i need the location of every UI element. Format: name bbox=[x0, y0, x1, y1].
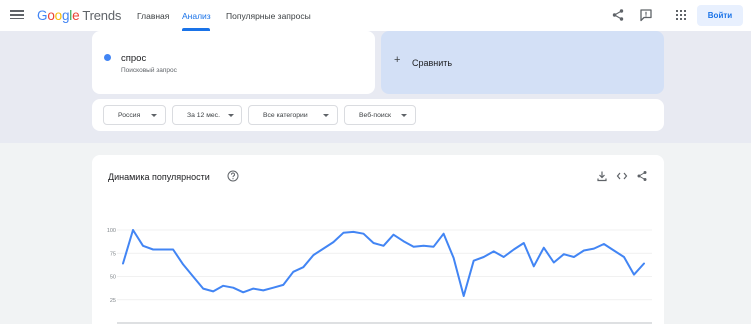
data-point[interactable] bbox=[382, 245, 384, 247]
data-point[interactable] bbox=[122, 262, 124, 264]
time-range-filter[interactable]: За 12 мес. bbox=[172, 105, 242, 125]
data-point[interactable] bbox=[192, 275, 194, 277]
chevron-down-icon bbox=[401, 113, 407, 117]
data-point[interactable] bbox=[182, 263, 184, 265]
filters-bar: Россия За 12 мес. Все категории Веб-поис… bbox=[92, 99, 664, 131]
data-point[interactable] bbox=[483, 256, 485, 258]
data-point[interactable] bbox=[493, 250, 495, 252]
chevron-down-icon bbox=[323, 113, 329, 117]
data-point[interactable] bbox=[272, 287, 274, 289]
data-point[interactable] bbox=[202, 287, 204, 289]
data-point[interactable] bbox=[352, 231, 354, 233]
data-point[interactable] bbox=[603, 243, 605, 245]
category-filter[interactable]: Все категории bbox=[248, 105, 338, 125]
chevron-down-icon bbox=[227, 113, 234, 117]
data-point[interactable] bbox=[422, 245, 424, 247]
data-point[interactable] bbox=[473, 260, 475, 262]
data-point[interactable] bbox=[372, 242, 374, 244]
data-point[interactable] bbox=[252, 287, 254, 289]
data-point[interactable] bbox=[312, 254, 314, 256]
data-point[interactable] bbox=[563, 253, 565, 255]
data-point[interactable] bbox=[553, 261, 555, 263]
data-point[interactable] bbox=[533, 265, 535, 267]
data-point[interactable] bbox=[262, 289, 264, 291]
data-point[interactable] bbox=[543, 247, 545, 249]
data-point[interactable] bbox=[623, 256, 625, 258]
search-term-type: Поисковый запрос bbox=[121, 67, 177, 74]
data-point[interactable] bbox=[583, 249, 585, 251]
data-point[interactable] bbox=[342, 232, 344, 234]
data-point[interactable] bbox=[442, 233, 444, 235]
data-point[interactable] bbox=[503, 256, 505, 258]
interest-over-time-card: Динамика популярности 100 75 50 25 bbox=[92, 155, 664, 324]
data-point[interactable] bbox=[412, 246, 414, 248]
data-point[interactable] bbox=[643, 262, 645, 264]
trend-chart: 100 75 50 25 bbox=[107, 228, 652, 324]
data-point[interactable] bbox=[513, 248, 515, 250]
google-trends-logo[interactable]: Google Trends bbox=[37, 8, 121, 23]
tab-trending[interactable]: Популярные запросы bbox=[226, 11, 311, 21]
data-point[interactable] bbox=[402, 240, 404, 242]
data-point[interactable] bbox=[142, 245, 144, 247]
menu-icon[interactable] bbox=[10, 8, 24, 22]
data-point[interactable] bbox=[593, 247, 595, 249]
tab-home[interactable]: Главная bbox=[137, 11, 169, 21]
data-point[interactable] bbox=[242, 291, 244, 293]
top-bar: Google Trends Главная Анализ Популярные з… bbox=[0, 0, 751, 31]
data-point[interactable] bbox=[633, 273, 635, 275]
search-term-name[interactable]: спрос bbox=[121, 53, 146, 64]
data-point[interactable] bbox=[222, 285, 224, 287]
data-point[interactable] bbox=[392, 234, 394, 236]
sign-in-button[interactable]: Войти bbox=[697, 5, 743, 26]
data-point[interactable] bbox=[332, 241, 334, 243]
data-point[interactable] bbox=[362, 233, 364, 235]
apps-grid-icon[interactable] bbox=[674, 8, 688, 22]
data-point[interactable] bbox=[452, 257, 454, 259]
feedback-icon[interactable] bbox=[639, 8, 653, 22]
data-point[interactable] bbox=[432, 246, 434, 248]
y-tick-label: 75 bbox=[110, 251, 116, 257]
series-color-dot bbox=[104, 54, 111, 61]
series-line bbox=[122, 229, 645, 297]
y-tick-label: 25 bbox=[110, 298, 116, 304]
y-tick-label: 50 bbox=[110, 275, 116, 281]
chevron-down-icon bbox=[151, 113, 157, 117]
data-point[interactable] bbox=[232, 287, 234, 289]
data-point[interactable] bbox=[212, 290, 214, 292]
data-point[interactable] bbox=[292, 271, 294, 273]
data-point[interactable] bbox=[282, 284, 284, 286]
data-point[interactable] bbox=[463, 295, 465, 297]
data-point[interactable] bbox=[613, 249, 615, 251]
plus-icon: + bbox=[394, 54, 401, 66]
data-point[interactable] bbox=[162, 248, 164, 250]
data-point[interactable] bbox=[152, 248, 154, 250]
search-term-card[interactable]: спрос Поисковый запрос bbox=[92, 31, 375, 94]
data-point[interactable] bbox=[302, 266, 304, 268]
tab-explore[interactable]: Анализ bbox=[182, 11, 211, 21]
data-point[interactable] bbox=[322, 247, 324, 249]
compare-label: Сравнить bbox=[412, 58, 453, 68]
data-point[interactable] bbox=[132, 229, 134, 231]
data-point[interactable] bbox=[172, 248, 174, 250]
share-icon[interactable] bbox=[611, 8, 625, 22]
y-tick-label: 100 bbox=[107, 228, 116, 234]
search-type-filter[interactable]: Веб-поиск bbox=[344, 105, 416, 125]
data-point[interactable] bbox=[523, 242, 525, 244]
compare-button[interactable]: + Сравнить bbox=[381, 31, 664, 94]
region-filter[interactable]: Россия bbox=[103, 105, 166, 125]
data-point[interactable] bbox=[573, 256, 575, 258]
